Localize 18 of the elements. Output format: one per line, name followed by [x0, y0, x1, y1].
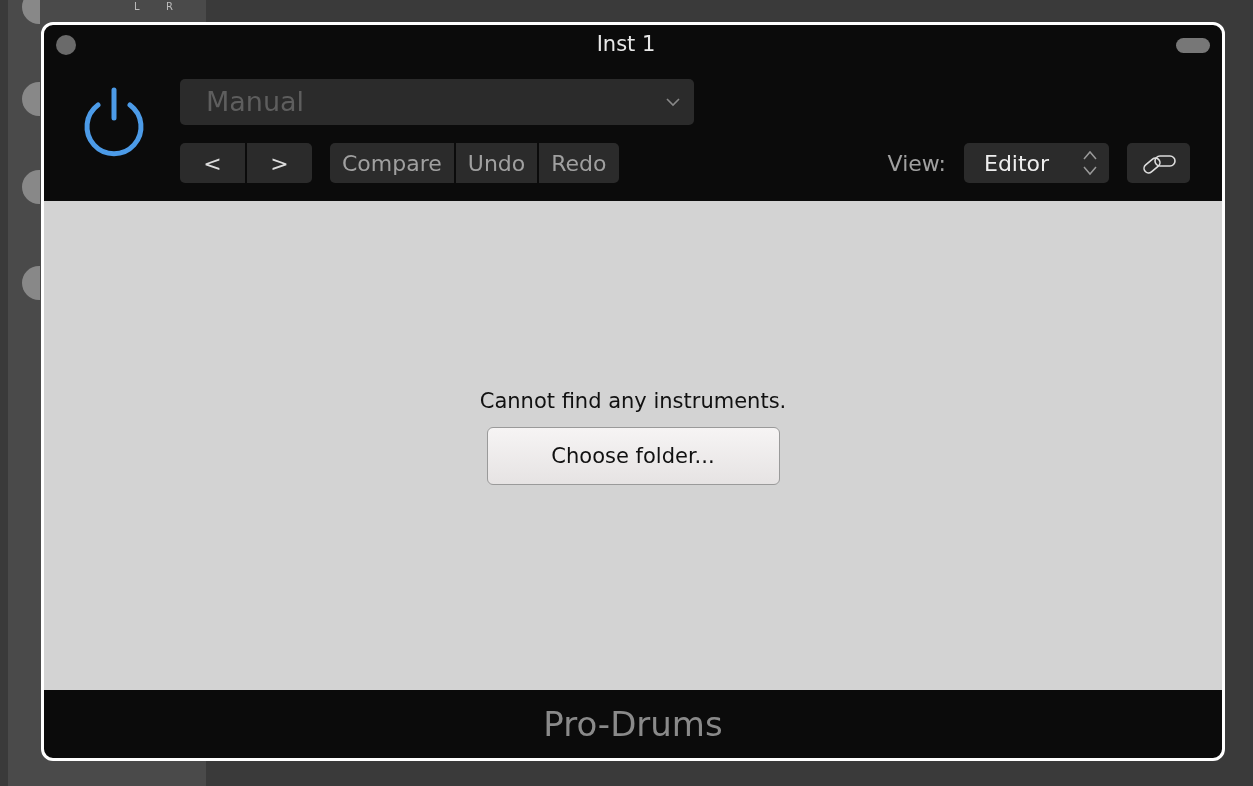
previous-preset-button[interactable]: < [180, 143, 245, 183]
empty-message: Cannot find any instruments. [479, 387, 787, 415]
window-pill-button[interactable] [1176, 37, 1210, 53]
view-label: View: [887, 149, 946, 178]
close-button[interactable] [56, 35, 76, 55]
view-dropdown[interactable]: Editor [964, 143, 1109, 183]
window-title: Inst 1 [596, 31, 656, 59]
action-button[interactable]: Redo [539, 143, 619, 183]
link-button[interactable] [1127, 143, 1190, 183]
action-button[interactable]: Undo [455, 143, 538, 183]
pan-label: R [166, 2, 173, 12]
chevron-down-icon [666, 97, 680, 107]
action-button[interactable]: Compare [330, 143, 454, 183]
pan-label: L [134, 2, 140, 12]
up-down-chevron-icon [1083, 150, 1097, 176]
plugin-name: Pro-Drums [543, 702, 723, 746]
next-preset-button[interactable]: > [247, 143, 312, 183]
choose-folder-button[interactable]: Choose folder... [486, 427, 780, 486]
